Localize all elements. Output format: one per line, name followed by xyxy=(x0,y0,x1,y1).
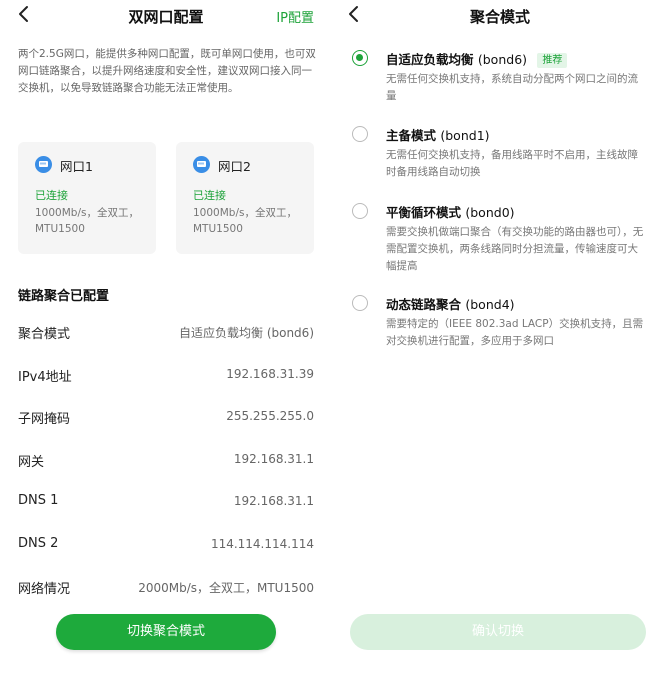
info-row-network: 网络情况 2000Mb/s，全双工，MTU1500 xyxy=(18,578,314,600)
info-row-ipv4: IPv4地址 192.168.31.39 xyxy=(18,366,314,388)
port-status: 已连接 xyxy=(193,189,226,202)
info-value: 114.114.114.114 xyxy=(210,537,314,551)
page-title: 聚合模式 xyxy=(469,8,530,26)
info-label: DNS 2 xyxy=(18,536,59,551)
port-name: 网口1 xyxy=(60,159,93,174)
option-description: 无需任何交换机支持，系统自动分配两个网口之间的流量 xyxy=(386,73,638,102)
option-title: 自适应负载均衡 xyxy=(386,52,474,67)
option-code: (bond6) xyxy=(477,52,528,67)
ethernet-port-icon xyxy=(193,156,210,173)
info-value: 192.168.31.1 xyxy=(233,494,314,508)
section-title: 链路聚合已配置 xyxy=(18,289,110,304)
port-detail: 1000Mb/s，全双工，MTU1500 xyxy=(35,207,139,235)
info-row-dns2: DNS 2 114.114.114.114 xyxy=(18,536,314,558)
info-row-subnet: 子网掩码 255.255.255.0 xyxy=(18,408,314,430)
option-title-row: 平衡循环模式 (bond0) xyxy=(386,202,515,221)
info-label: 网关 xyxy=(18,455,45,470)
option-description: 需要交换机做端口聚合（有交换功能的路由器也可），无需配置交换机，两条线路同时分担… xyxy=(386,226,644,272)
bond-mode-screen: 聚合模式 自适应负载均衡 (bond6) 推荐 无需任何交换机支持，系统自动分配… xyxy=(336,0,664,683)
info-label: DNS 1 xyxy=(18,493,59,508)
info-label: IPv4地址 xyxy=(18,370,72,385)
info-value: 自适应负载均衡 (bond6) xyxy=(179,326,314,340)
radio-unselected[interactable] xyxy=(352,126,368,142)
radio-unselected[interactable] xyxy=(352,295,368,311)
info-value: 255.255.255.0 xyxy=(226,409,314,423)
option-description: 需要特定的（IEEE 802.3ad LACP）交换机支持，且需对交换机进行配置… xyxy=(386,318,644,347)
option-title-row: 主备模式 (bond1) xyxy=(386,125,490,144)
port-detail: 1000Mb/s，全双工，MTU1500 xyxy=(193,207,297,235)
port-name: 网口2 xyxy=(218,159,251,174)
confirm-switch-button[interactable]: 确认切换 xyxy=(350,614,646,650)
info-value: 2000Mb/s，全双工，MTU1500 xyxy=(138,581,314,595)
info-value: 192.168.31.1 xyxy=(233,452,314,466)
right-navbar: 聚合模式 xyxy=(336,0,664,32)
option-title: 平衡循环模式 xyxy=(386,205,462,220)
radio-selected[interactable] xyxy=(352,50,368,66)
option-title: 动态链路聚合 xyxy=(386,297,462,312)
info-row-gateway: 网关 192.168.31.1 xyxy=(18,451,314,473)
dual-port-config-screen: 双网口配置 IP配置 两个2.5G网口，能提供多种网口配置，既可单网口使用，也可… xyxy=(0,0,332,683)
option-title: 主备模式 xyxy=(386,128,437,143)
info-row-dns1: DNS 1 192.168.31.1 xyxy=(18,493,314,515)
port-card-1[interactable]: 网口1 已连接 1000Mb/s，全双工，MTU1500 xyxy=(18,142,156,254)
option-title-row: 动态链路聚合 (bond4) xyxy=(386,294,515,313)
port-status: 已连接 xyxy=(35,189,68,202)
info-label: 网络情况 xyxy=(18,582,71,597)
option-code: (bond4) xyxy=(465,297,515,312)
info-label: 聚合模式 xyxy=(18,327,71,342)
option-code: (bond0) xyxy=(465,205,515,220)
info-label: 子网掩码 xyxy=(18,412,71,427)
left-navbar: 双网口配置 IP配置 xyxy=(0,0,332,32)
port-card-2[interactable]: 网口2 已连接 1000Mb/s，全双工，MTU1500 xyxy=(176,142,314,254)
ip-config-link[interactable]: IP配置 xyxy=(276,7,314,26)
recommended-badge: 推荐 xyxy=(537,53,568,68)
ethernet-port-icon xyxy=(35,156,52,173)
option-description: 无需任何交换机支持，备用线路平时不启用，主线故障时备用线路自动切换 xyxy=(386,149,638,178)
switch-bond-mode-button[interactable]: 切换聚合模式 xyxy=(56,614,276,650)
info-value: 192.168.31.39 xyxy=(226,367,314,381)
radio-unselected[interactable] xyxy=(352,203,368,219)
port-description: 两个2.5G网口，能提供多种网口配置，既可单网口使用，也可双网口链路聚合，以提升… xyxy=(18,48,316,94)
option-code: (bond1) xyxy=(440,128,490,143)
option-title-row: 自适应负载均衡 (bond6) 推荐 xyxy=(386,49,568,68)
info-row-bond-mode: 聚合模式 自适应负载均衡 (bond6) xyxy=(18,323,314,345)
